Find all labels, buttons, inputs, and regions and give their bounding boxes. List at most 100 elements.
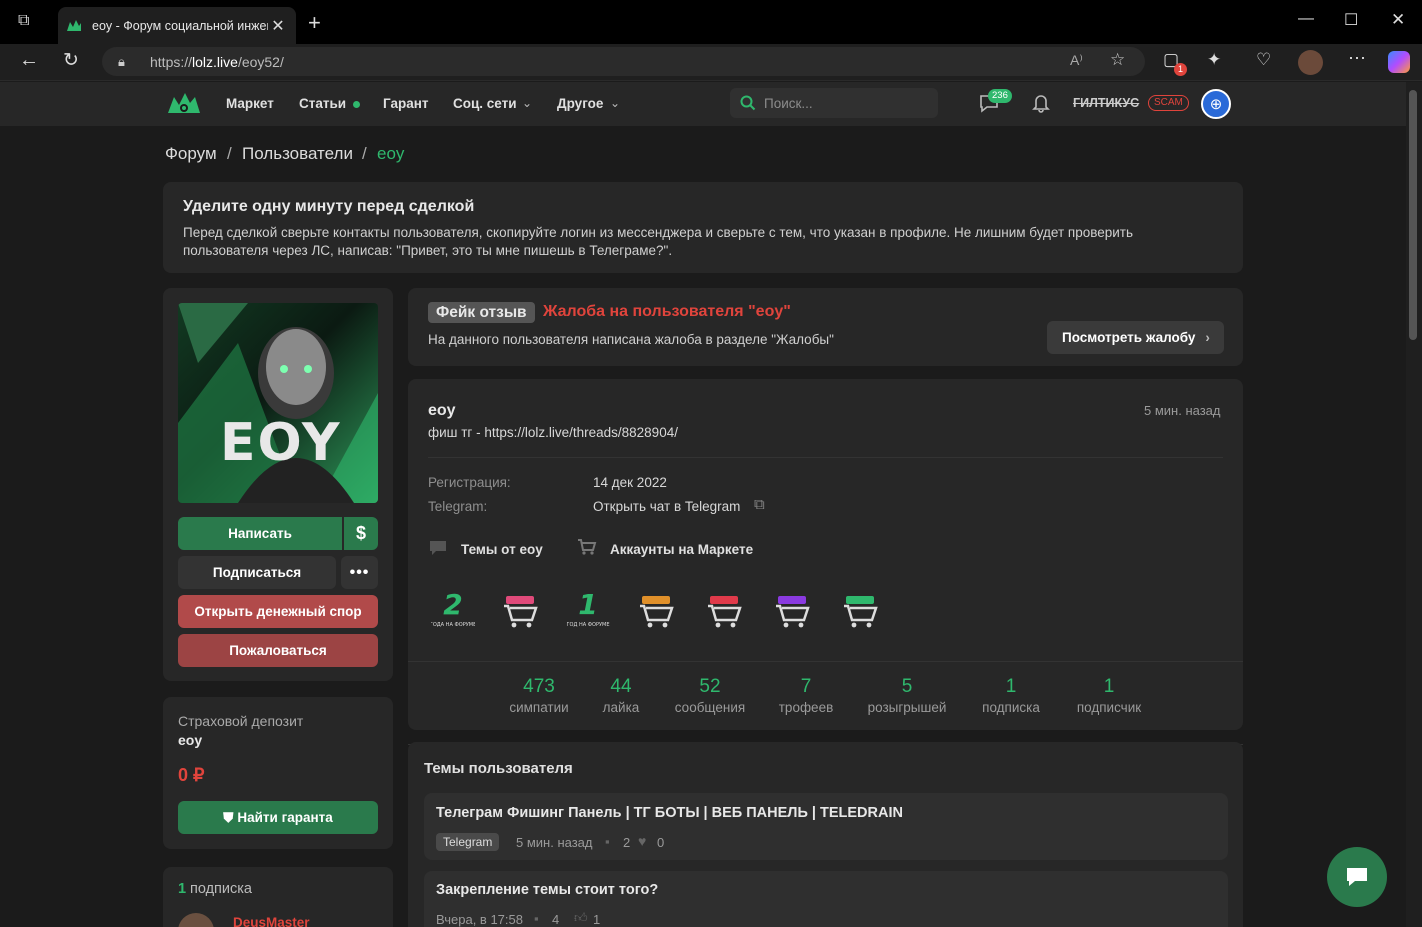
copy-icon[interactable]: ⧉ <box>754 496 765 513</box>
years-1-trophy-icon[interactable]: 1 ГОД НА ФОРУМЕ <box>566 588 610 632</box>
puzzle-icon[interactable]: ✦ <box>1207 50 1221 70</box>
profile-last-seen: 5 мин. назад <box>1144 403 1221 418</box>
breadcrumb-forum[interactable]: Форум <box>165 144 217 164</box>
nav-articles[interactable]: Статьи <box>299 96 346 111</box>
cart-green-trophy-icon[interactable] <box>838 588 882 632</box>
thread-title[interactable]: Закрепление темы стоит того? <box>436 882 658 898</box>
thumbs-up-icon: 👍︎ <box>574 910 588 925</box>
stat-value: 1 <box>1005 676 1017 697</box>
profile-avatar[interactable] <box>1298 50 1323 75</box>
bell-icon[interactable] <box>1031 93 1051 118</box>
current-username[interactable]: ГИЛТИКУС <box>1073 96 1139 110</box>
stat-2[interactable]: 52 сообщения <box>655 676 765 715</box>
breadcrumb-current: eoy <box>377 144 405 163</box>
follower-name[interactable]: DeusMaster <box>233 915 310 927</box>
send-money-button[interactable]: $ <box>344 517 378 550</box>
stat-5[interactable]: 1 подписка <box>956 676 1066 715</box>
telegram-link[interactable]: Открыть чат в Telegram <box>593 499 740 514</box>
complaint-text: На данного пользователя написана жалоба … <box>428 332 834 347</box>
cart-purple-trophy-icon[interactable] <box>770 588 814 632</box>
years-2-trophy-icon[interactable]: 2 ГОДА НА ФОРУМЕ <box>430 588 476 632</box>
heart-icon: ♥ <box>638 833 647 849</box>
cart-orange-trophy-icon[interactable] <box>634 588 678 632</box>
breadcrumb-users[interactable]: Пользователи <box>242 144 353 164</box>
browser-tab[interactable]: eoy - Форум социальной инженерии ✕ <box>58 7 296 44</box>
url-text[interactable]: https://lolz.live/eoy52/ <box>150 54 284 70</box>
followers-label: подписка <box>190 881 252 897</box>
nav-social[interactable]: Соц. сети <box>453 96 517 111</box>
notification-badge: 1 <box>1174 63 1187 76</box>
thread-replies: 2 <box>623 835 631 850</box>
telegram-label: Telegram: <box>428 499 488 514</box>
market-accounts-link[interactable]: Аккаунты на Маркете <box>610 542 753 557</box>
search-icon <box>740 95 756 111</box>
site-logo-icon[interactable] <box>166 91 202 122</box>
cart-pink-trophy-icon[interactable] <box>498 588 542 632</box>
chat-fab-button[interactable] <box>1327 847 1387 907</box>
favorite-star-icon[interactable]: ☆ <box>1110 50 1125 70</box>
more-actions-button[interactable]: ••• <box>341 556 378 589</box>
complaint-panel: Фейк отзыв Жалоба на пользователя "eoy" … <box>408 288 1243 366</box>
close-tab-icon[interactable]: ✕ <box>268 16 288 36</box>
subscribe-button[interactable]: Подписаться <box>178 556 336 589</box>
find-guarantor-button[interactable]: ⛊ Найти гаранта <box>178 801 378 834</box>
search-input[interactable]: Поиск... <box>730 88 938 118</box>
complaint-title[interactable]: Жалоба на пользователя "eoy" <box>543 303 791 321</box>
deposit-title: Страховой депозит <box>178 713 304 729</box>
followers-panel: 1 подписка DeusMaster <box>163 867 393 927</box>
chevron-down-icon: ⌄ <box>610 96 621 110</box>
stat-4[interactable]: 5 розыгрышей <box>852 676 962 715</box>
cart-icon <box>577 538 597 561</box>
cart-red-trophy-icon[interactable] <box>702 588 746 632</box>
deposit-user: eoy <box>178 732 203 748</box>
followers-count: 1 <box>178 881 187 897</box>
follower-avatar[interactable] <box>178 913 214 927</box>
registration-value: 14 дек 2022 <box>593 475 667 490</box>
thread-item[interactable]: Телеграм Фишинг Панель | ТГ БОТЫ | ВЕБ П… <box>424 793 1228 860</box>
tab-actions-icon[interactable]: ⧉ <box>18 12 29 30</box>
scam-badge: SCAM <box>1148 95 1189 111</box>
profile-avatar-image[interactable]: EOY <box>178 303 378 503</box>
open-dispute-button[interactable]: Открыть денежный спор <box>178 595 378 628</box>
thread-likes: 0 <box>657 835 665 850</box>
stat-value: 1 <box>1103 676 1115 697</box>
view-complaint-button[interactable]: Посмотреть жалобу › <box>1047 321 1224 354</box>
maximize-icon[interactable]: ☐ <box>1344 10 1358 30</box>
thread-title[interactable]: Телеграм Фишинг Панель | ТГ БОТЫ | ВЕБ П… <box>436 805 903 821</box>
deal-notice: Уделите одну минуту перед сделкой Перед … <box>163 182 1243 273</box>
thread-replies: 4 <box>552 912 560 927</box>
address-bar[interactable]: 🔒︎ https://lolz.live/eoy52/ A⁾ ☆ <box>102 47 1145 76</box>
close-window-icon[interactable]: ✕ <box>1391 10 1405 30</box>
minimize-icon[interactable]: — <box>1298 10 1314 28</box>
threads-heading: Темы пользователя <box>424 760 573 777</box>
profile-status[interactable]: фиш тг - https://lolz.live/threads/88289… <box>428 425 678 440</box>
notice-text: Перед сделкой сверьте контакты пользоват… <box>183 225 1134 258</box>
nav-market[interactable]: Маркет <box>226 96 274 111</box>
menu-dots-icon[interactable]: ⋯ <box>1348 48 1366 69</box>
breadcrumb-separator: / <box>362 144 367 163</box>
stat-3[interactable]: 7 трофеев <box>751 676 861 715</box>
new-tab-icon[interactable]: + <box>308 10 321 36</box>
stat-6[interactable]: 1 подписчик <box>1054 676 1164 715</box>
stat-value: 52 <box>699 676 721 697</box>
svg-text:1: 1 <box>578 588 597 621</box>
thread-item[interactable]: Закрепление темы стоит того? Вчера, в 17… <box>424 871 1228 927</box>
nav-other[interactable]: Другое <box>557 96 603 111</box>
site-viewport: Маркет Статьи Гарант Соц. сети ⌄ Другое … <box>0 82 1406 927</box>
copilot-icon[interactable] <box>1388 51 1410 73</box>
read-aloud-icon[interactable]: A⁾ <box>1070 52 1083 69</box>
report-button[interactable]: Пожаловаться <box>178 634 378 667</box>
topics-link[interactable]: Темы от eoy <box>461 542 543 557</box>
heartbeat-icon[interactable]: ♡ <box>1256 50 1271 70</box>
nav-guarantor[interactable]: Гарант <box>383 96 429 111</box>
registration-label: Регистрация: <box>428 475 511 490</box>
page-scrollbar-thumb[interactable] <box>1409 90 1417 340</box>
globe-avatar-icon[interactable]: ⊕ <box>1201 89 1231 119</box>
reload-icon[interactable]: ↻ <box>63 49 79 72</box>
thread-tag[interactable]: Telegram <box>436 833 500 851</box>
write-message-button[interactable]: Написать <box>178 517 342 550</box>
back-icon[interactable]: ← <box>19 49 39 72</box>
deposit-panel: Страховой депозит eoy 0 ₽ ⛊ Найти гаранта <box>163 697 393 849</box>
svg-text:ГОД НА ФОРУМЕ: ГОД НА ФОРУМЕ <box>566 622 609 628</box>
browser-titlebar: ⧉ eoy - Форум социальной инженерии ✕ + —… <box>0 0 1422 44</box>
